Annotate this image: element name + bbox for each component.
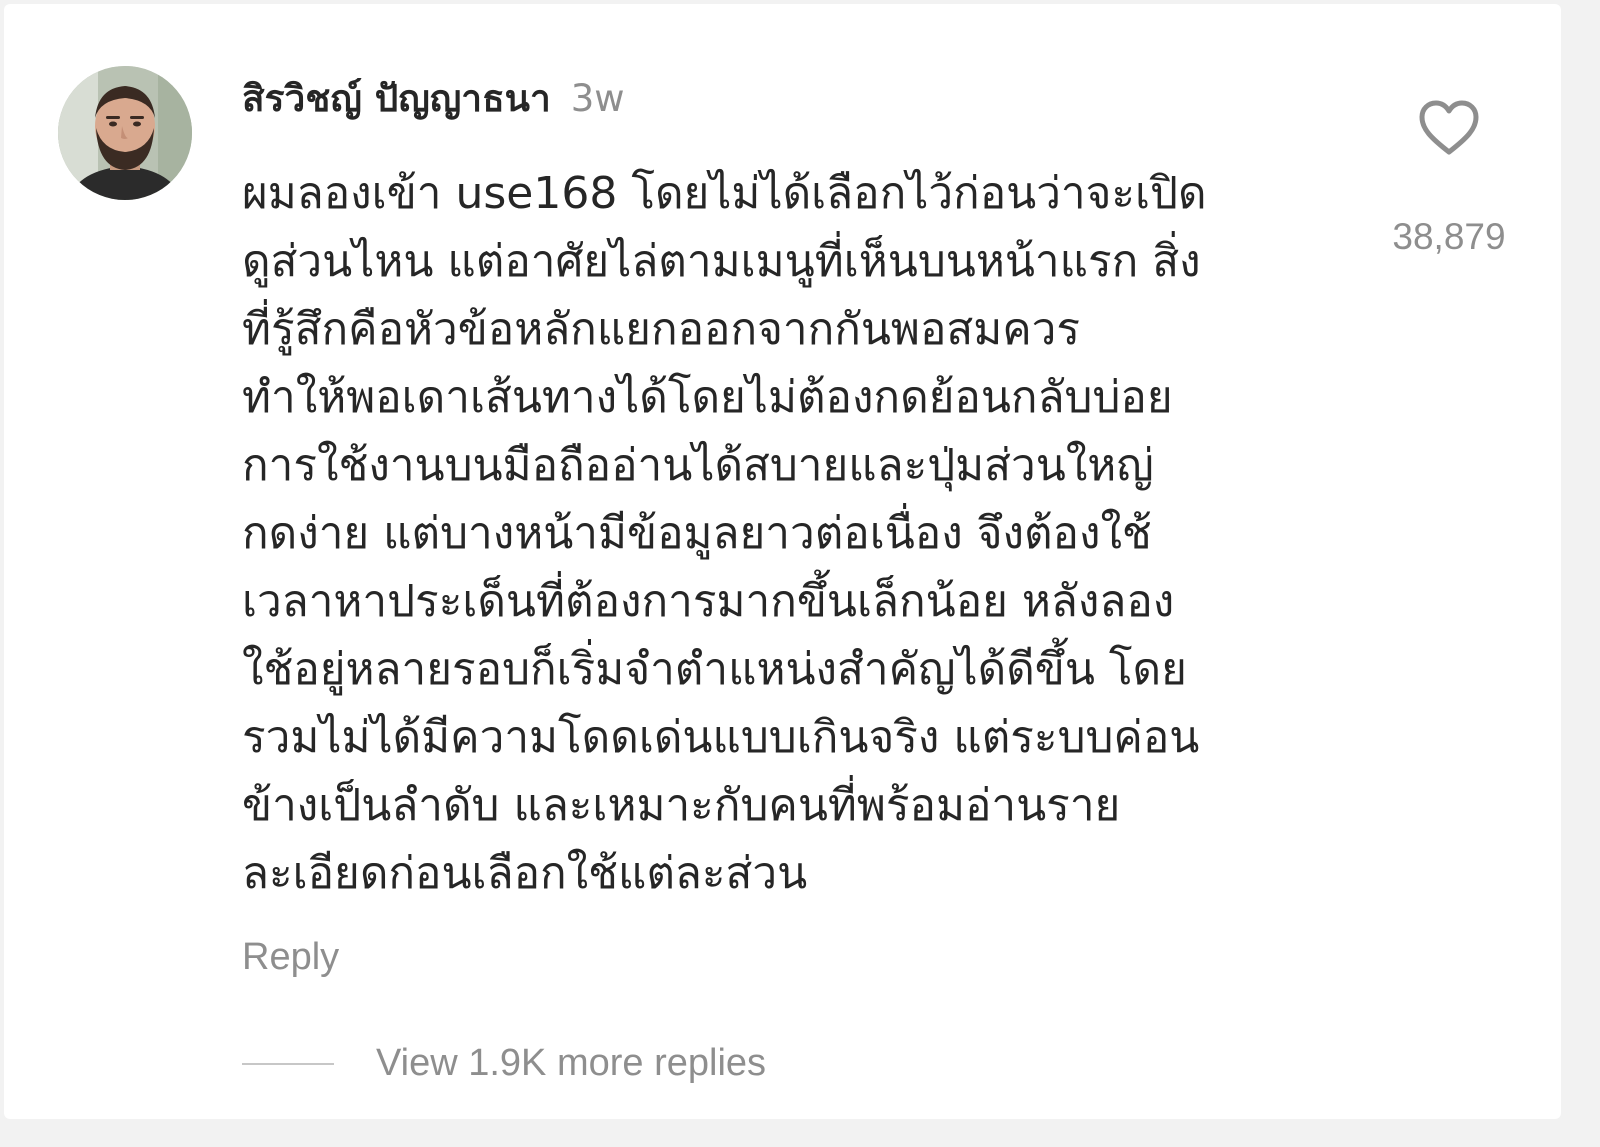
avatar-image	[58, 66, 192, 200]
comment-body: สิรวิชญ์ ปัญญาธนา 3w ผมลองเข้า use168 โด…	[242, 66, 1362, 908]
like-count: 38,879	[1392, 216, 1506, 257]
like-area: 38,879	[1374, 100, 1524, 258]
reply-button[interactable]: Reply	[242, 936, 339, 979]
view-more-replies-button[interactable]: View 1.9K more replies	[242, 1042, 766, 1085]
avatar[interactable]	[58, 66, 192, 200]
comment-card: สิรวิชญ์ ปัญญาธนา 3w ผมลองเข้า use168 โด…	[4, 4, 1561, 1119]
comment-header: สิรวิชญ์ ปัญญาธนา 3w	[242, 66, 1362, 130]
heart-icon[interactable]	[1419, 100, 1479, 156]
username[interactable]: สิรวิชญ์ ปัญญาธนา	[242, 69, 551, 128]
replies-divider-line	[242, 1062, 334, 1065]
timestamp: 3w	[570, 76, 625, 120]
comment-text: ผมลองเข้า use168 โดยไม่ได้เลือกไว้ก่อนว่…	[242, 168, 1207, 899]
view-replies-label: View 1.9K more replies	[376, 1042, 767, 1084]
